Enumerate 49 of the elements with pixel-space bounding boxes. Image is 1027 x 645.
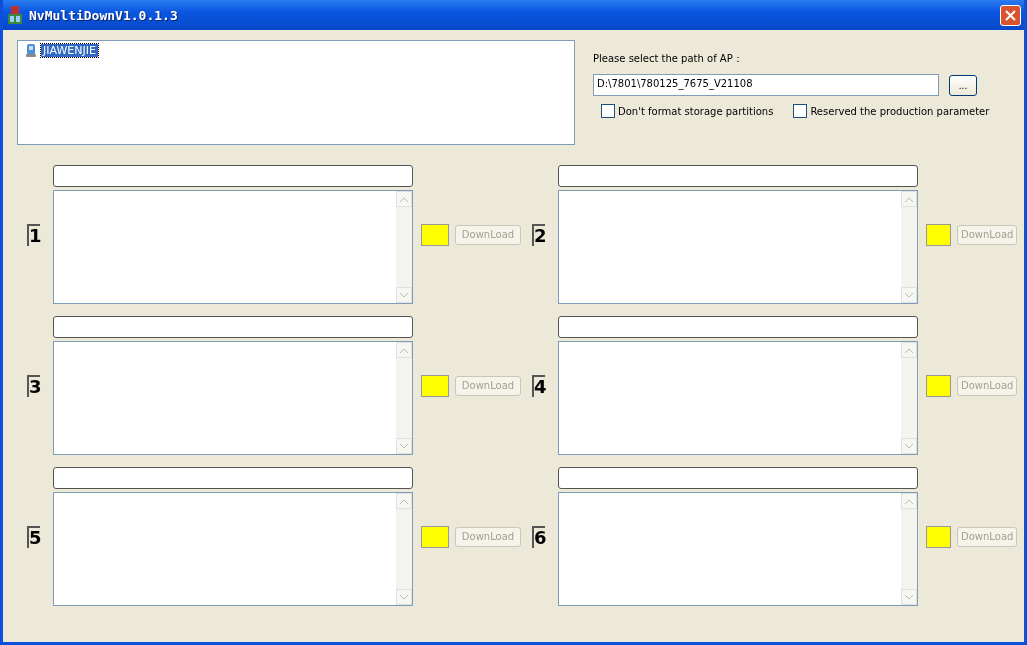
device-item[interactable]: JIAWENJIE [41,43,98,57]
port-number: 5 [27,525,40,548]
scroll-down-button[interactable] [901,287,917,303]
scroll-down-button[interactable] [901,438,917,454]
option-label: Don't format storage partitions [618,105,774,117]
status-field[interactable] [53,467,413,489]
status-field[interactable] [53,165,413,187]
scroll-down-button[interactable] [396,438,412,454]
port-number: 2 [532,223,545,246]
checkbox[interactable] [601,104,615,118]
caret-up-icon [400,498,408,504]
scroll-up-button[interactable] [901,342,917,358]
caret-down-icon [905,594,913,600]
port-number: 3 [27,374,40,397]
port-number: 6 [532,525,545,548]
caret-up-icon [905,498,913,504]
scroll-down-button[interactable] [901,589,917,605]
caret-down-icon [400,292,408,298]
caret-up-icon [905,347,913,353]
scroll-up-button[interactable] [396,191,412,207]
caret-up-icon [400,196,408,202]
window-title: NvMultiDownV1.0.1.3 [29,7,179,23]
checkbox[interactable] [793,104,808,118]
browse-button[interactable]: ... [949,74,977,96]
status-field[interactable] [558,316,918,338]
caret-up-icon [400,347,408,353]
scroll-up-button[interactable] [901,493,917,509]
caret-down-icon [400,443,408,449]
scroll-down-button[interactable] [396,287,412,303]
close-button[interactable] [1000,4,1021,26]
option-label: Reserved the production parameter [810,105,990,117]
caret-up-icon [905,196,913,202]
port-number: 1 [27,223,40,246]
caret-down-icon [400,594,408,600]
caret-down-icon [905,443,913,449]
scroll-up-button[interactable] [396,342,412,358]
status-field[interactable] [558,165,918,187]
caret-down-icon [905,292,913,298]
status-field[interactable] [53,316,413,338]
app-icon [7,6,23,24]
status-field[interactable] [558,467,918,489]
port-number: 4 [532,374,545,397]
close-icon [1005,9,1016,21]
path-field[interactable]: D:\7801\780125_7675_V21108 [593,74,939,96]
path-label: Please select the path of AP： [593,52,744,66]
scroll-down-button[interactable] [396,589,412,605]
scroll-up-button[interactable] [901,191,917,207]
scroll-up-button[interactable] [396,493,412,509]
phone-icon [24,43,38,57]
